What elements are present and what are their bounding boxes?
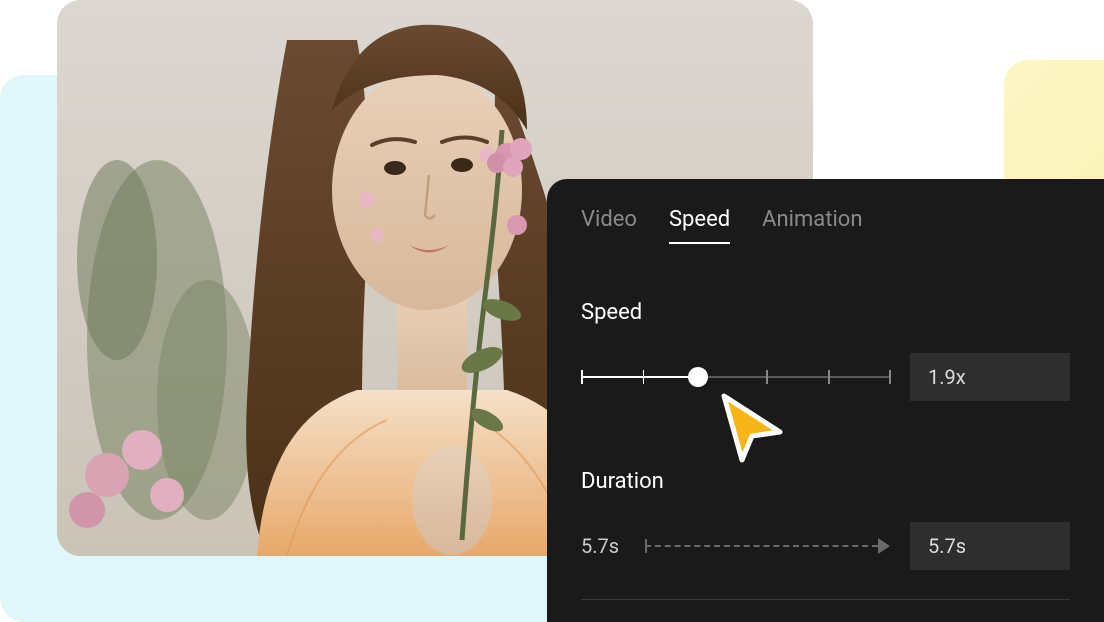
- tab-animation[interactable]: Animation: [762, 207, 862, 244]
- speed-slider[interactable]: [581, 367, 890, 387]
- properties-panel: Video Speed Animation Speed 1.9x Duratio…: [547, 179, 1104, 622]
- duration-value-input[interactable]: 5.7s: [910, 522, 1070, 570]
- duration-arrow-icon: [645, 536, 890, 556]
- tab-speed[interactable]: Speed: [669, 207, 730, 244]
- speed-value-input[interactable]: 1.9x: [910, 353, 1070, 401]
- tab-video[interactable]: Video: [581, 207, 637, 244]
- tab-bar: Video Speed Animation: [581, 207, 1070, 244]
- duration-label: Duration: [581, 469, 1070, 494]
- panel-divider: [581, 599, 1070, 600]
- speed-label: Speed: [581, 300, 1070, 325]
- speed-slider-thumb[interactable]: [688, 367, 708, 387]
- duration-start-text: 5.7s: [581, 534, 625, 558]
